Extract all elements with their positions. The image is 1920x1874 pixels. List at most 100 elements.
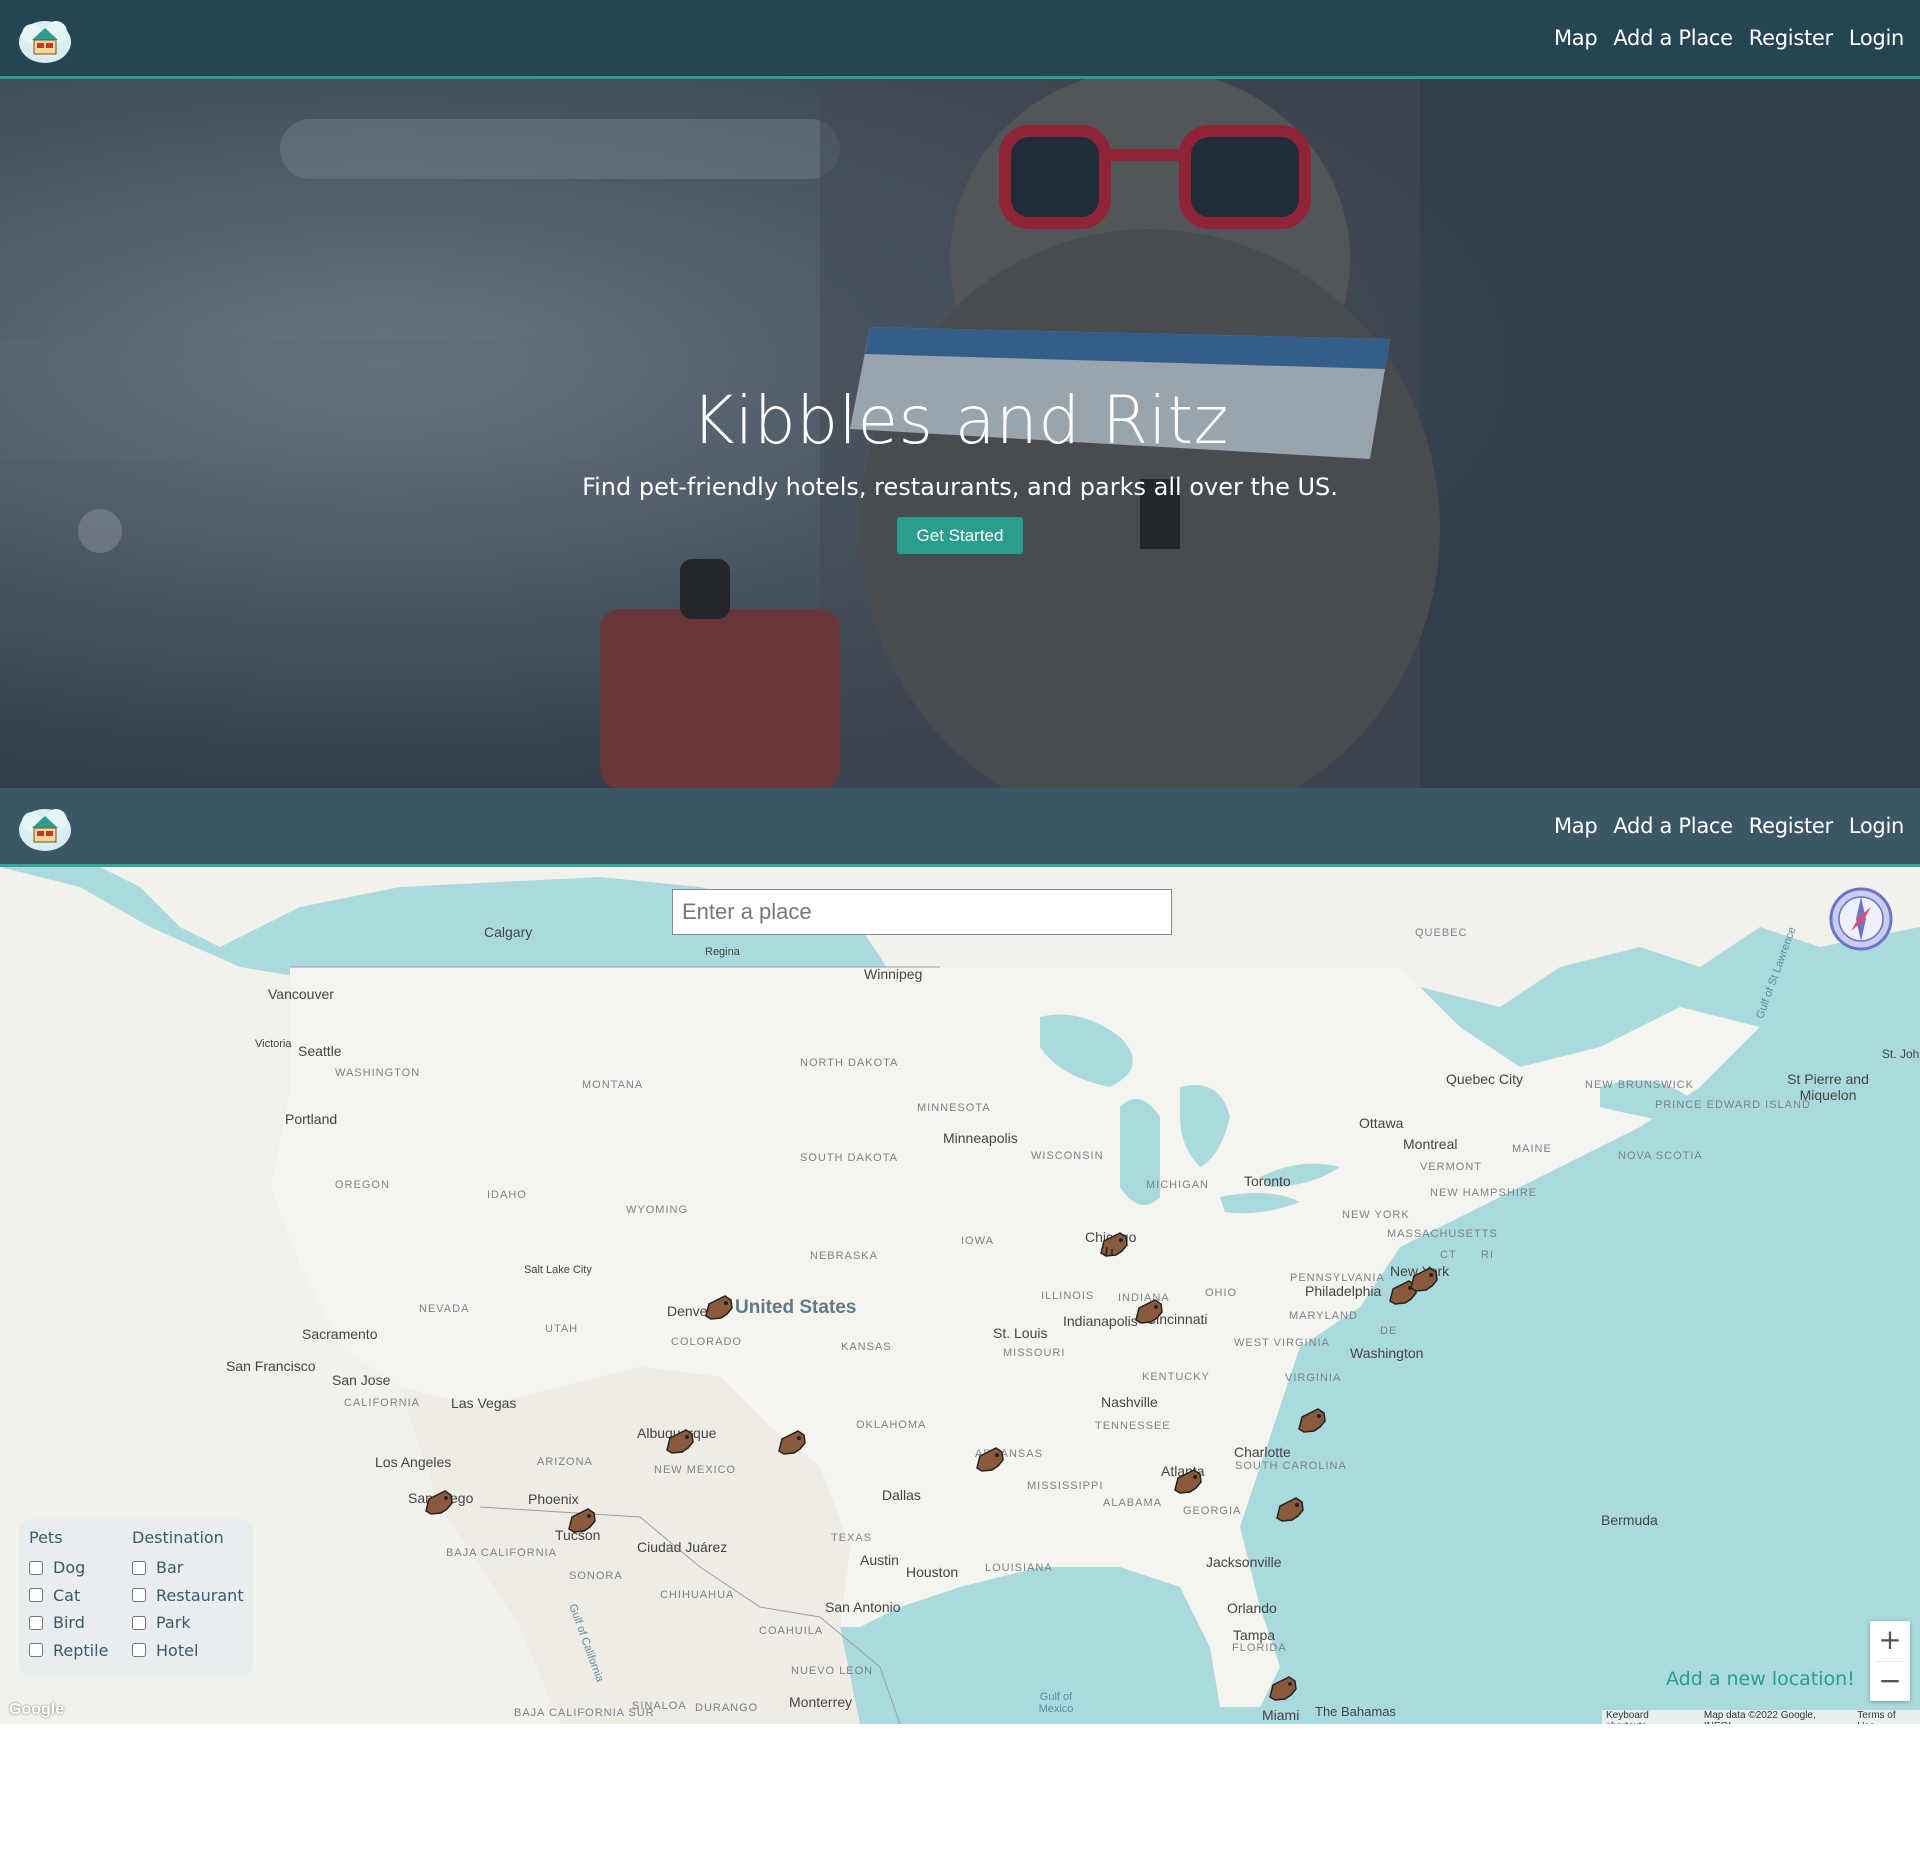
map-label-country: United States xyxy=(735,1297,857,1318)
dog-location-marker[interactable] xyxy=(1267,1673,1299,1703)
google-logo[interactable]: Google xyxy=(9,1701,64,1719)
filter-hotel[interactable]: Hotel xyxy=(132,1637,244,1665)
park-checkbox[interactable] xyxy=(132,1615,146,1630)
hotel-checkbox[interactable] xyxy=(132,1643,146,1658)
dog-location-marker[interactable] xyxy=(566,1505,598,1535)
filter-bar[interactable]: Bar xyxy=(132,1554,244,1582)
filter-label: Park xyxy=(156,1613,191,1633)
bird-checkbox[interactable] xyxy=(29,1615,43,1630)
map-label-city: San Francisco xyxy=(226,1358,316,1374)
zoom-out-button[interactable]: − xyxy=(1870,1662,1910,1702)
map-label-state: MASSACHUSETTS xyxy=(1387,1228,1498,1240)
dog-location-marker[interactable] xyxy=(664,1426,696,1456)
map-label-city: Monterrey xyxy=(789,1694,853,1710)
map-label-water: Gulf of Mexico xyxy=(1038,1691,1074,1715)
dog-location-marker[interactable] xyxy=(703,1292,735,1322)
map-label-city: Orlando xyxy=(1227,1600,1277,1616)
filter-reptile[interactable]: Reptile xyxy=(29,1637,108,1665)
page-bottom-whitespace xyxy=(0,1724,1920,1874)
map-label-state: CHIHUAHUA xyxy=(660,1589,735,1601)
reptile-checkbox[interactable] xyxy=(29,1643,43,1658)
bar-checkbox[interactable] xyxy=(132,1560,146,1575)
map-label-city: Sacramento xyxy=(302,1326,378,1342)
map-label-state: MINNESOTA xyxy=(917,1102,991,1114)
map-label-city: Bermuda xyxy=(1601,1512,1658,1528)
place-search-input[interactable] xyxy=(672,889,1172,935)
map-label-city: Quebec City xyxy=(1446,1071,1524,1087)
dog-location-marker[interactable] xyxy=(1098,1229,1130,1259)
restaurant-checkbox[interactable] xyxy=(132,1588,146,1603)
hero-subtitle: Find pet-friendly hotels, restaurants, a… xyxy=(582,473,1338,501)
map-label-state: BAJA CALIFORNIA xyxy=(446,1547,557,1559)
map-label-state: NEW HAMPSHIRE xyxy=(1430,1187,1538,1199)
zoom-in-button[interactable]: + xyxy=(1870,1621,1910,1661)
dog-location-marker[interactable] xyxy=(423,1487,455,1517)
map-label-state: NEBRASKA xyxy=(810,1250,878,1262)
map-label-city: Montreal xyxy=(1403,1136,1458,1152)
nav-register-link[interactable]: Register xyxy=(1749,26,1833,50)
nav-login-link[interactable]: Login xyxy=(1849,26,1904,50)
map-label-state: BAJA CALIFORNIA SUR xyxy=(514,1707,655,1719)
map-label-state: ARIZONA xyxy=(537,1456,593,1468)
dog-location-marker[interactable] xyxy=(974,1444,1006,1474)
dog-location-marker[interactable] xyxy=(1274,1494,1306,1524)
dog-location-marker[interactable] xyxy=(776,1427,808,1457)
filter-bird[interactable]: Bird xyxy=(29,1609,108,1637)
map-label-state: IDAHO xyxy=(487,1189,527,1201)
map-label-state: NUEVO LEON xyxy=(791,1665,874,1677)
dog-location-marker[interactable] xyxy=(1296,1405,1328,1435)
dog-location-marker[interactable] xyxy=(1172,1466,1204,1496)
map-label-city: Philadelphia xyxy=(1305,1283,1382,1299)
map-label-state: MAINE xyxy=(1512,1143,1552,1155)
filter-park[interactable]: Park xyxy=(132,1609,244,1637)
hero-title: Kibbles and Ritz xyxy=(691,382,1229,459)
map-attribution: Keyboard shortcuts Map data ©2022 Google… xyxy=(1602,1710,1920,1724)
map-label-state: COLORADO xyxy=(671,1336,742,1348)
map-label-city: Los Angeles xyxy=(375,1454,452,1470)
filter-restaurant[interactable]: Restaurant xyxy=(132,1582,244,1610)
map-label-state: NEW BRUNSWICK xyxy=(1585,1079,1694,1091)
filter-label: Cat xyxy=(53,1585,81,1605)
map-label-state: GEORGIA xyxy=(1183,1505,1242,1517)
destination-filter-title: Destination xyxy=(132,1528,224,1547)
terms-of-use-link[interactable]: Terms of Use xyxy=(1857,1710,1916,1724)
logo-icon[interactable] xyxy=(18,802,72,852)
map-label-state: DE xyxy=(1380,1325,1398,1337)
map-label-state: NEW YORK xyxy=(1342,1209,1410,1221)
nav-map-link[interactable]: Map xyxy=(1554,814,1598,838)
dog-location-marker[interactable] xyxy=(1408,1264,1440,1294)
map-label-state: TENNESSEE xyxy=(1095,1420,1171,1432)
map-label-city: Miami xyxy=(1262,1707,1300,1723)
map-label-city: San Jose xyxy=(332,1372,391,1388)
map-label-state: TEXAS xyxy=(831,1532,873,1544)
cat-checkbox[interactable] xyxy=(29,1588,43,1603)
map-label-state: COAHUILA xyxy=(759,1625,824,1637)
dog-checkbox[interactable] xyxy=(29,1560,43,1575)
map-label-state: CT xyxy=(1440,1249,1457,1261)
map-label-state: OHIO xyxy=(1205,1287,1238,1299)
keyboard-shortcuts-link[interactable]: Keyboard shortcuts xyxy=(1606,1710,1692,1724)
logo-icon[interactable] xyxy=(18,14,72,64)
add-new-location-link[interactable]: Add a new location! xyxy=(1666,1668,1855,1690)
nav-links: Map Add a Place Register Login xyxy=(1554,0,1904,76)
filter-cat[interactable]: Cat xyxy=(29,1582,108,1610)
nav-map-link[interactable]: Map xyxy=(1554,26,1598,50)
filter-dog[interactable]: Dog xyxy=(29,1554,108,1582)
nav-add-place-link[interactable]: Add a Place xyxy=(1613,814,1733,838)
compass-icon[interactable] xyxy=(1829,887,1893,951)
filter-label: Hotel xyxy=(156,1640,199,1660)
dog-location-marker[interactable] xyxy=(1133,1296,1165,1326)
nav-login-link[interactable]: Login xyxy=(1849,814,1904,838)
map-label-state: WASHINGTON xyxy=(335,1067,421,1079)
map-label-city: Ciudad Juárez xyxy=(637,1539,728,1555)
map-label-state: NOVA SCOTIA xyxy=(1618,1150,1703,1162)
map-label-state: VIRGINIA xyxy=(1285,1372,1342,1384)
map-canvas[interactable]: United States WASHINGTON MONTANA NORTH D… xyxy=(0,867,1920,1724)
get-started-button[interactable]: Get Started xyxy=(897,517,1023,554)
map-label-state: ALABAMA xyxy=(1103,1497,1162,1509)
filter-label: Reptile xyxy=(53,1640,109,1660)
map-navbar: Map Add a Place Register Login xyxy=(0,788,1920,867)
filter-label: Bar xyxy=(156,1558,184,1578)
nav-register-link[interactable]: Register xyxy=(1749,814,1833,838)
nav-add-place-link[interactable]: Add a Place xyxy=(1613,26,1733,50)
